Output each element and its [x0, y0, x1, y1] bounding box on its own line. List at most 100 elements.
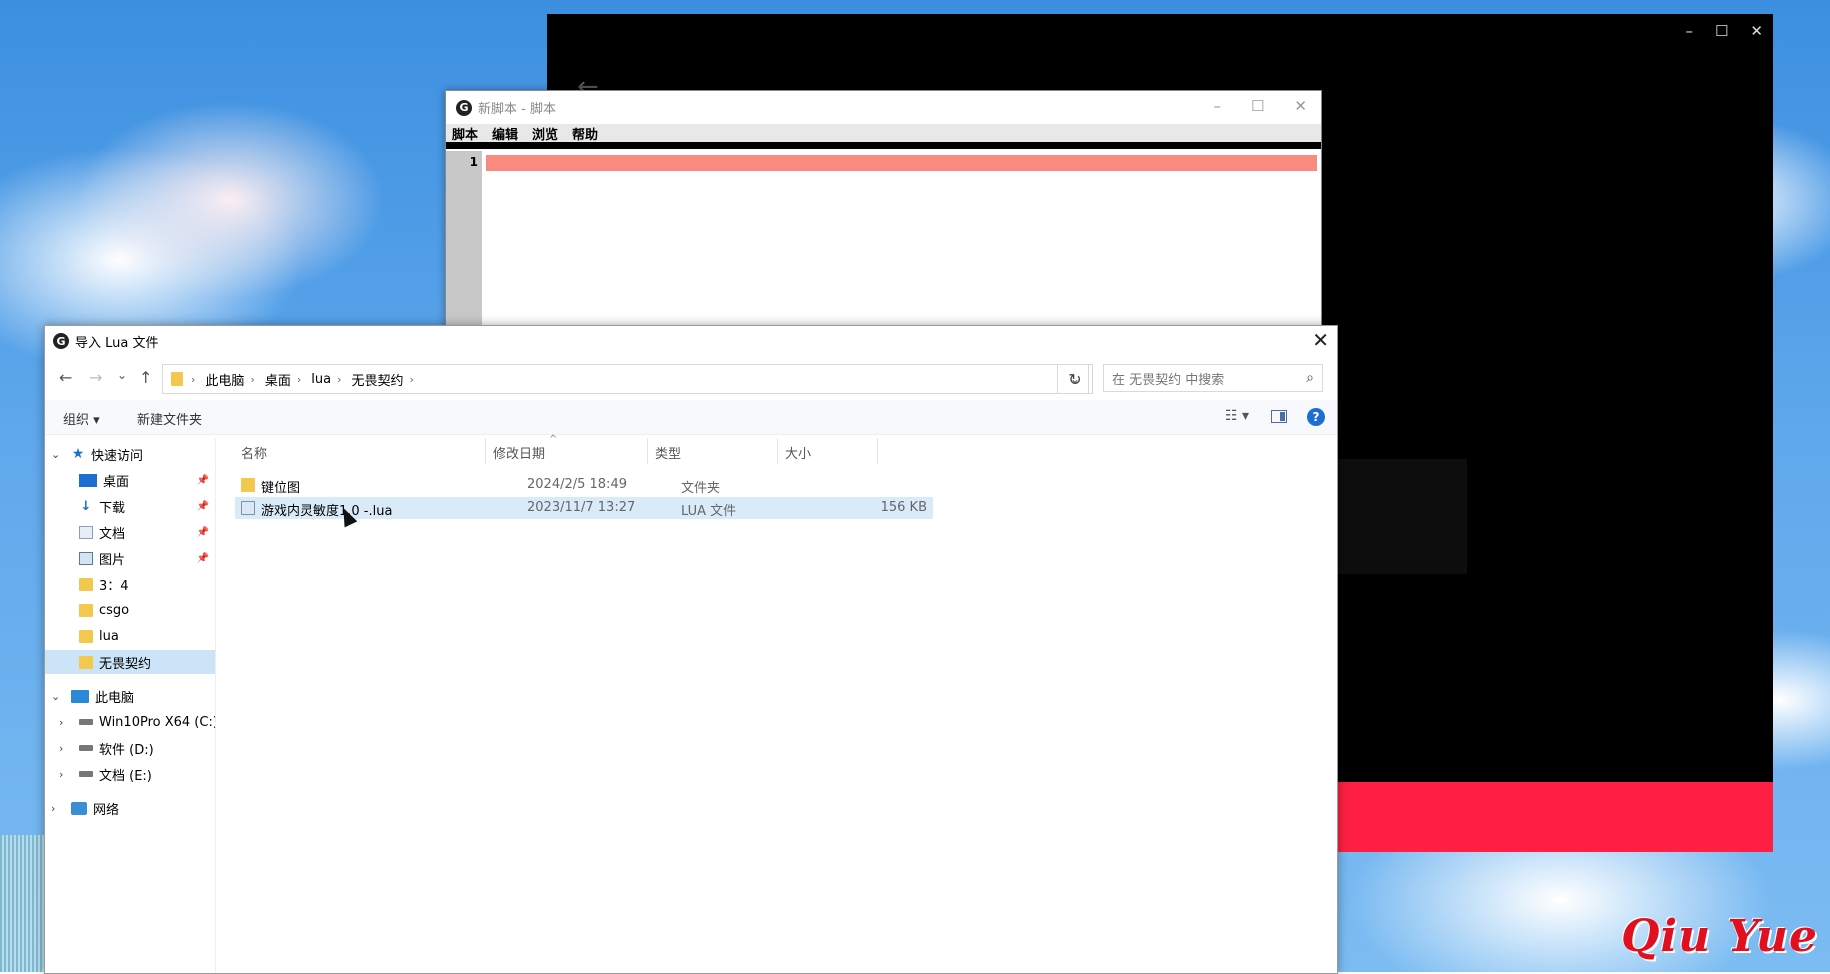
column-name[interactable]: 名称 [241, 443, 267, 462]
column-size[interactable]: 大小 [785, 443, 811, 462]
up-arrow-icon[interactable]: ↑ [139, 368, 152, 387]
network-icon [71, 801, 87, 815]
minimize-icon[interactable]: – [1685, 22, 1693, 40]
chevron-down-icon[interactable]: ⌄ [51, 690, 60, 703]
search-box[interactable]: 在 无畏契约 中搜索 ⌕ [1103, 364, 1323, 392]
folder-icon [79, 603, 93, 617]
file-modified: 2023/11/7 13:27 [527, 500, 636, 515]
drive-icon [79, 719, 93, 725]
nav-this-pc[interactable]: ⌄ 此电脑 [45, 684, 215, 708]
breadcrumb-lua[interactable]: lua [311, 372, 331, 387]
line-number: 1 [469, 155, 478, 169]
folder-icon [79, 577, 93, 591]
line-gutter: 1 [446, 151, 482, 331]
chevron-right-icon: › [337, 372, 342, 386]
minimize-icon[interactable]: – [1213, 97, 1221, 115]
folder-icon [171, 372, 183, 386]
pin-icon[interactable]: 📌 [197, 553, 209, 564]
menu-script[interactable]: 脚本 [452, 124, 478, 143]
dialog-title: 导入 Lua 文件 [75, 335, 159, 351]
dim-panel [1337, 459, 1467, 574]
column-divider[interactable] [777, 438, 778, 464]
file-row[interactable]: 键位图 2024/2/5 18:49 文件夹 [235, 474, 933, 496]
new-folder-button[interactable]: 新建文件夹 [137, 409, 202, 428]
nav-documents[interactable]: 文档 📌 [45, 520, 215, 544]
desktop-icon [79, 473, 97, 487]
refresh-button[interactable]: ↻ [1057, 364, 1093, 394]
file-type: LUA 文件 [681, 504, 737, 519]
file-type: 文件夹 [681, 481, 721, 496]
forward-arrow-icon[interactable]: → [89, 368, 102, 387]
nav-quick-access[interactable]: ⌄ ★ 快速访问 [45, 442, 215, 466]
nav-desktop[interactable]: 桌面 📌 [45, 468, 215, 492]
nav-downloads[interactable]: ↓ 下载 📌 [45, 494, 215, 518]
maximize-icon[interactable]: ☐ [1715, 22, 1728, 40]
close-icon[interactable]: ✕ [1750, 22, 1763, 40]
app-logo-icon: G [53, 333, 69, 349]
column-modified[interactable]: 修改日期 [493, 443, 545, 462]
picture-icon [79, 551, 93, 565]
maximize-icon[interactable]: ☐ [1251, 97, 1264, 115]
search-placeholder: 在 无畏契约 中搜索 [1112, 372, 1225, 388]
black-window-controls: – ☐ ✕ [1685, 22, 1763, 40]
nav-folder-current[interactable]: 无畏契约 [45, 650, 215, 674]
sort-ascending-icon: ^ [549, 434, 558, 445]
computer-icon [71, 689, 89, 703]
nav-drive-d[interactable]: › 软件 (D:) [45, 736, 215, 760]
document-icon [79, 525, 93, 539]
close-icon[interactable]: ✕ [1294, 97, 1307, 115]
column-type[interactable]: 类型 [655, 443, 681, 462]
chevron-right-icon: › [250, 372, 255, 386]
star-icon: ★ [71, 446, 85, 462]
drive-icon [79, 745, 93, 751]
column-divider[interactable] [647, 438, 648, 464]
address-bar[interactable]: › 此电脑 › 桌面 › lua › 无畏契约 › ⌄ [162, 364, 1089, 394]
preview-pane-icon[interactable] [1271, 410, 1287, 423]
search-icon: ⌕ [1306, 370, 1314, 386]
breadcrumb-current[interactable]: 无畏契约 [351, 370, 403, 389]
nav-folder-ratio[interactable]: 3：4 [45, 572, 215, 596]
file-size: 156 KB [880, 500, 927, 515]
folder-icon [241, 478, 255, 492]
back-arrow-icon[interactable]: ← [59, 368, 72, 387]
lua-file-icon [241, 501, 255, 515]
nav-network[interactable]: › 网络 [45, 796, 215, 820]
folder-icon [79, 655, 93, 669]
nav-drive-e[interactable]: › 文档 (E:) [45, 762, 215, 786]
code-line-highlight[interactable] [486, 155, 1317, 171]
app-logo-icon: G [456, 99, 472, 116]
chevron-right-icon[interactable]: › [51, 802, 55, 815]
chevron-down-icon[interactable]: ⌄ [51, 448, 60, 461]
column-divider[interactable] [485, 438, 486, 464]
chevron-right-icon[interactable]: › [59, 716, 63, 729]
breadcrumb-this-pc[interactable]: 此电脑 [205, 370, 244, 389]
breadcrumb-desktop[interactable]: 桌面 [265, 370, 291, 389]
nav-folder-csgo[interactable]: csgo [45, 598, 215, 622]
drive-icon [79, 771, 93, 777]
nav-pictures[interactable]: 图片 📌 [45, 546, 215, 570]
view-options-icon[interactable]: ☷ ▾ [1225, 408, 1249, 424]
import-lua-dialog[interactable]: G 导入 Lua 文件 ✕ ← → ⌄ ↑ › 此电脑 › 桌面 › lua ›… [44, 325, 1338, 974]
file-modified: 2024/2/5 18:49 [527, 477, 627, 492]
menu-edit[interactable]: 编辑 [492, 124, 518, 143]
nav-folder-lua[interactable]: lua [45, 624, 215, 648]
editor-titlebar: G 新脚本 - 脚本 [446, 91, 1321, 124]
file-name: 游戏内灵敏度1.0 -.lua [261, 504, 393, 519]
chevron-right-icon[interactable]: › [59, 742, 63, 755]
editor-separator [446, 142, 1321, 149]
pin-icon[interactable]: 📌 [197, 475, 209, 486]
column-divider[interactable] [877, 438, 878, 464]
script-editor-window[interactable]: G 新脚本 - 脚本 – ☐ ✕ 脚本 编辑 浏览 帮助 1 [445, 90, 1322, 332]
dialog-close-icon[interactable]: ✕ [1312, 328, 1329, 352]
pin-icon[interactable]: 📌 [197, 527, 209, 538]
chevron-right-icon[interactable]: › [59, 768, 63, 781]
recent-locations-icon[interactable]: ⌄ [117, 368, 127, 382]
menu-help[interactable]: 帮助 [572, 124, 598, 143]
help-icon[interactable]: ? [1307, 408, 1325, 426]
dialog-titlebar: G 导入 Lua 文件 [45, 326, 1337, 356]
organize-button[interactable]: 组织 ▾ [63, 409, 100, 428]
pin-icon[interactable]: 📌 [197, 501, 209, 512]
nav-drive-c[interactable]: › Win10Pro X64 (C:) [45, 710, 215, 734]
navigation-row: ← → ⌄ ↑ › 此电脑 › 桌面 › lua › 无畏契约 › ⌄ ↻ 在 … [45, 364, 1337, 394]
menu-browse[interactable]: 浏览 [532, 124, 558, 143]
